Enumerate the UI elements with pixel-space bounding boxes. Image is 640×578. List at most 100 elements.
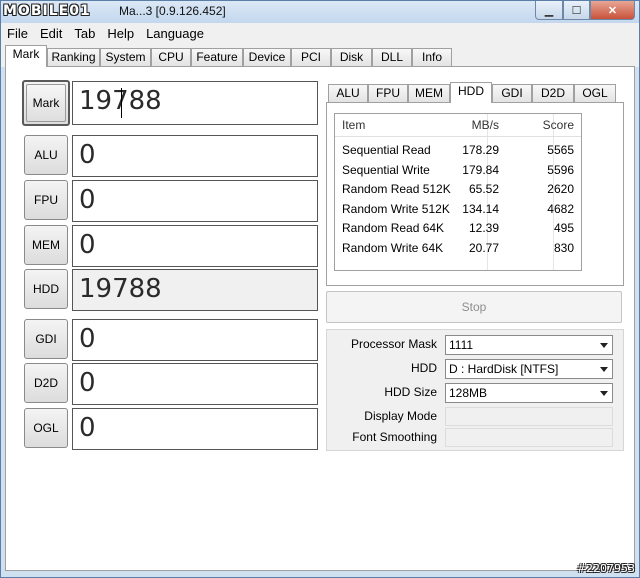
- row-mbs: 65.52: [468, 182, 499, 196]
- row-score: 4682: [547, 202, 574, 216]
- detail-tab-gdi[interactable]: GDI: [492, 84, 532, 102]
- hdd-detail-panel: Item MB/s Score Sequential Read 178.29 5…: [326, 102, 624, 286]
- row-item: Random Write 512K: [342, 202, 450, 216]
- detail-tab-fpu[interactable]: FPU: [368, 84, 408, 102]
- hdd-size-label: HDD Size: [384, 385, 437, 399]
- processor-mask-select[interactable]: 1111: [445, 335, 613, 355]
- table-row[interactable]: Sequential Read 178.29 5565: [335, 141, 581, 160]
- gdi-score: 0: [72, 319, 318, 361]
- tab-pci[interactable]: PCI: [291, 48, 331, 66]
- row-item: Sequential Write: [342, 163, 430, 177]
- table-row[interactable]: Sequential Write 179.84 5596: [335, 161, 581, 180]
- mark-panel: Mark 19788 ALU 0 FPU 0 MEM 0 HDD 19788 G…: [5, 66, 635, 571]
- minimize-button[interactable]: ▁: [535, 1, 563, 20]
- detail-tab-hdd[interactable]: HDD: [450, 82, 492, 103]
- alu-button[interactable]: ALU: [24, 135, 68, 175]
- mark-button-label: Mark: [26, 84, 66, 122]
- table-row[interactable]: Random Write 64K 20.77 830: [335, 239, 581, 258]
- tab-device[interactable]: Device: [243, 48, 291, 66]
- column-header-item[interactable]: Item: [342, 118, 365, 132]
- fpu-score: 0: [72, 180, 318, 222]
- detail-tab-strip: ALU FPU MEM HDD GDI D2D OGL: [326, 82, 626, 103]
- dropdown-arrow-icon: [600, 367, 608, 372]
- settings-panel: Processor Mask 1111 HDD D : HardDisk [NT…: [326, 329, 624, 451]
- detail-tab-alu[interactable]: ALU: [328, 84, 368, 102]
- row-mbs: 134.14: [462, 202, 499, 216]
- hdd-size-select[interactable]: 128MB: [445, 383, 613, 403]
- dropdown-arrow-icon: [600, 343, 608, 348]
- tab-cpu[interactable]: CPU: [151, 48, 191, 66]
- hdd-score: 19788: [72, 269, 318, 311]
- app-window: MOBILE01 Ma...3 [0.9.126.452] ▁ ☐ ✕ File…: [0, 0, 640, 578]
- row-score: 495: [553, 221, 574, 235]
- ogl-score: 0: [72, 408, 318, 450]
- menu-file[interactable]: File: [1, 26, 34, 41]
- menu-language[interactable]: Language: [140, 26, 210, 41]
- row-item: Sequential Read: [342, 143, 431, 157]
- watermark-id: #2207953: [576, 562, 635, 575]
- tab-ranking[interactable]: Ranking: [47, 48, 100, 66]
- column-header-score[interactable]: Score: [543, 118, 574, 132]
- processor-mask-label: Processor Mask: [350, 337, 437, 351]
- menu-edit[interactable]: Edit: [34, 26, 68, 41]
- table-row[interactable]: Random Write 512K 134.14 4682: [335, 200, 581, 219]
- main-tab-strip: Mark Ranking System CPU Feature Device P…: [1, 43, 639, 67]
- ogl-button[interactable]: OGL: [24, 408, 68, 448]
- row-item: Random Write 64K: [342, 241, 444, 255]
- row-mbs: 179.84: [462, 163, 499, 177]
- close-button[interactable]: ✕: [590, 1, 635, 20]
- mark-button[interactable]: Mark: [22, 80, 70, 126]
- table-row[interactable]: Random Read 512K 65.52 2620: [335, 180, 581, 199]
- title-bar[interactable]: MOBILE01 Ma...3 [0.9.126.452] ▁ ☐ ✕: [1, 1, 639, 23]
- tab-feature[interactable]: Feature: [191, 48, 243, 66]
- gdi-button[interactable]: GDI: [24, 319, 68, 359]
- maximize-button[interactable]: ☐: [563, 1, 590, 20]
- display-mode-field: [445, 407, 613, 426]
- mem-score: 0: [72, 225, 318, 267]
- row-score: 5565: [547, 143, 574, 157]
- row-item: Random Read 512K: [342, 182, 451, 196]
- alu-score: 0: [72, 135, 318, 177]
- d2d-score: 0: [72, 363, 318, 405]
- row-mbs: 178.29: [462, 143, 499, 157]
- font-smoothing-label: Font Smoothing: [352, 430, 437, 444]
- tab-info[interactable]: Info: [412, 48, 452, 66]
- text-caret: [121, 88, 122, 118]
- hdd-label: HDD: [411, 361, 437, 375]
- detail-tab-ogl[interactable]: OGL: [574, 84, 616, 102]
- tab-dll[interactable]: DLL: [372, 48, 412, 66]
- tab-system[interactable]: System: [100, 48, 151, 66]
- font-smoothing-field: [445, 428, 613, 447]
- row-score: 2620: [547, 182, 574, 196]
- mark-score: 19788: [72, 81, 318, 125]
- results-header: Item MB/s Score: [335, 114, 581, 137]
- results-list[interactable]: Item MB/s Score Sequential Read 178.29 5…: [334, 113, 582, 271]
- menu-bar: File Edit Tab Help Language: [1, 23, 639, 43]
- row-mbs: 20.77: [468, 241, 499, 255]
- menu-tab[interactable]: Tab: [68, 26, 101, 41]
- hdd-button[interactable]: HDD: [24, 269, 68, 309]
- stop-button[interactable]: Stop: [326, 291, 622, 323]
- row-score: 830: [553, 241, 574, 255]
- hdd-select[interactable]: D : HardDisk [NTFS]: [445, 359, 613, 379]
- row-score: 5596: [547, 163, 574, 177]
- column-header-mbs[interactable]: MB/s: [472, 118, 499, 132]
- hdd-value: D : HardDisk [NTFS]: [449, 362, 559, 376]
- hdd-size-value: 128MB: [449, 386, 488, 400]
- fpu-button[interactable]: FPU: [24, 180, 68, 220]
- menu-help[interactable]: Help: [101, 26, 140, 41]
- mem-button[interactable]: MEM: [24, 225, 68, 265]
- detail-tab-mem[interactable]: MEM: [408, 84, 450, 102]
- dropdown-arrow-icon: [600, 391, 608, 396]
- row-mbs: 12.39: [468, 221, 499, 235]
- display-mode-label: Display Mode: [364, 409, 437, 423]
- row-item: Random Read 64K: [342, 221, 445, 235]
- detail-tab-d2d[interactable]: D2D: [532, 84, 574, 102]
- tab-disk[interactable]: Disk: [331, 48, 372, 66]
- processor-mask-value: 1111: [449, 338, 474, 352]
- tab-mark[interactable]: Mark: [5, 45, 47, 67]
- site-logo: MOBILE01: [3, 3, 91, 19]
- window-title: Ma...3 [0.9.126.452]: [119, 4, 226, 18]
- d2d-button[interactable]: D2D: [24, 363, 68, 403]
- table-row[interactable]: Random Read 64K 12.39 495: [335, 219, 581, 238]
